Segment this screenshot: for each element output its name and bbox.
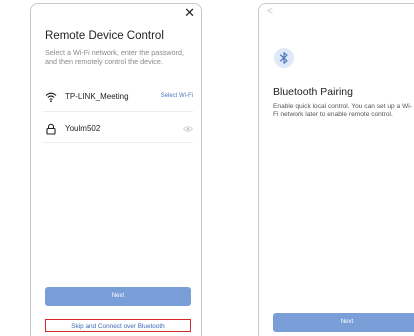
lock-icon <box>46 123 56 135</box>
wifi-network-row[interactable]: TP-LINK_Meeting Select Wi-Fi <box>43 89 193 107</box>
page-description: Select a Wi-Fi network, enter the passwo… <box>45 48 185 66</box>
bluetooth-icon <box>279 52 288 64</box>
wifi-icon <box>45 92 57 103</box>
eye-icon[interactable] <box>183 125 193 133</box>
skip-bluetooth-link[interactable]: Skip and Connect over Bluetooth <box>45 319 191 332</box>
remote-device-control-screen: ✕ Remote Device Control Select a Wi-Fi n… <box>30 3 202 336</box>
page-title: Bluetooth Pairing <box>273 86 353 98</box>
page-title: Remote Device Control <box>45 30 164 42</box>
next-button[interactable]: Next <box>45 287 191 306</box>
close-icon[interactable]: ✕ <box>184 6 195 20</box>
divider <box>43 111 193 112</box>
back-chevron-icon[interactable]: < <box>267 6 273 17</box>
wifi-ssid: TP-LINK_Meeting <box>65 92 129 101</box>
page-description: Enable quick local control. You can set … <box>273 103 412 119</box>
select-wifi-link[interactable]: Select Wi-Fi <box>161 93 193 99</box>
next-button[interactable]: Next <box>273 313 414 332</box>
bluetooth-badge <box>274 48 294 68</box>
bluetooth-pairing-screen: < Bluetooth Pairing Enable quick local c… <box>258 3 414 336</box>
divider <box>43 142 193 143</box>
password-field[interactable]: Youlm502 <box>43 121 193 139</box>
password-value: Youlm502 <box>65 124 101 133</box>
